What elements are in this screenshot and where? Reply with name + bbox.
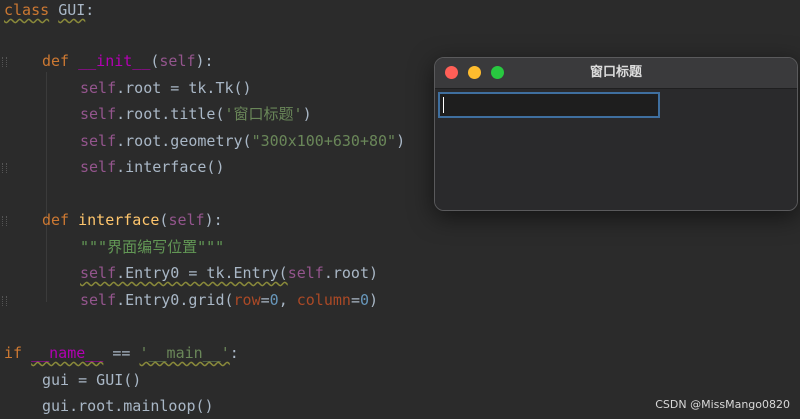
number-literal: 0 xyxy=(269,291,279,309)
window-body xyxy=(435,89,797,210)
code-line-5[interactable]: self.root.geometry("300x100+630+80") xyxy=(80,128,405,154)
keyword-arg: row xyxy=(233,291,261,309)
window-titlebar[interactable]: 窗口标题 xyxy=(435,58,797,89)
function-name: __init__ xyxy=(78,52,151,70)
equals: = xyxy=(260,291,270,309)
code-line-2[interactable]: def __init__(self): xyxy=(42,48,214,74)
code-text: ) xyxy=(369,291,379,309)
string-literal: '窗口标题' xyxy=(224,105,303,123)
fold-marker[interactable] xyxy=(2,216,7,226)
code-text: .root) xyxy=(323,264,379,282)
code-text: .Entry0 = tk.Entry( xyxy=(116,264,288,282)
operator: == xyxy=(103,344,140,362)
code-line-9[interactable]: self.Entry0 = tk.Entry(self.root) xyxy=(80,260,378,286)
code-line-1[interactable]: class GUI: xyxy=(4,0,94,23)
code-text: .root = tk.Tk() xyxy=(116,79,252,97)
self-ref: self xyxy=(80,105,117,123)
self-ref: self xyxy=(80,132,117,150)
fold-marker[interactable] xyxy=(2,57,7,67)
code-line-12[interactable]: gui = GUI() xyxy=(42,367,141,393)
code-line-3[interactable]: self.root = tk.Tk() xyxy=(80,75,252,101)
self-ref: self xyxy=(80,291,117,309)
string-literal: "300x100+630+80" xyxy=(251,132,397,150)
docstring: """界面编写位置""" xyxy=(80,238,225,256)
colon: : xyxy=(229,344,239,362)
code-text: gui = GUI() xyxy=(42,371,142,389)
paren-close: ): xyxy=(204,211,223,229)
dunder-name: __name__ xyxy=(31,344,104,362)
code-text: .Entry0.grid( xyxy=(116,291,234,309)
self-ref: self xyxy=(287,264,324,282)
colon: : xyxy=(85,1,95,19)
function-name: interface xyxy=(78,211,160,229)
comma: , xyxy=(278,291,297,309)
keyword-class: class xyxy=(4,1,50,19)
number-literal: 0 xyxy=(359,291,369,309)
code-line-11[interactable]: if __name__ == '__main__': xyxy=(4,340,239,366)
fold-marker[interactable] xyxy=(2,296,7,306)
code-line-10[interactable]: self.Entry0.grid(row=0, column=0) xyxy=(80,287,378,313)
self-ref: self xyxy=(80,79,117,97)
code-text: .root.title( xyxy=(116,105,225,123)
indent-guide xyxy=(46,72,47,302)
equals: = xyxy=(350,291,360,309)
class-name: GUI xyxy=(58,1,86,19)
keyword-arg: column xyxy=(296,291,351,309)
code-text: ) xyxy=(302,105,312,123)
self-param: self xyxy=(159,52,196,70)
code-text: .interface() xyxy=(116,158,225,176)
paren-close: ): xyxy=(195,52,214,70)
text-caret xyxy=(443,97,444,113)
code-text: ) xyxy=(396,132,406,150)
code-text: gui.root.mainloop() xyxy=(42,397,214,415)
self-ref: self xyxy=(80,264,117,282)
self-param: self xyxy=(168,211,205,229)
tk-window[interactable]: 窗口标题 xyxy=(434,57,798,211)
entry-field[interactable] xyxy=(438,92,660,118)
code-line-4[interactable]: self.root.title('窗口标题') xyxy=(80,101,312,127)
keyword-if: if xyxy=(4,344,23,362)
fold-marker[interactable] xyxy=(2,163,7,173)
keyword-def: def xyxy=(42,211,70,229)
code-line-13[interactable]: gui.root.mainloop() xyxy=(42,393,214,419)
code-text: .root.geometry( xyxy=(116,132,252,150)
watermark: CSDN @MissMango0820 xyxy=(655,398,790,411)
code-line-7[interactable]: def interface(self): xyxy=(42,207,223,233)
keyword-def: def xyxy=(42,52,70,70)
string-literal: '__main__' xyxy=(139,344,230,362)
window-title: 窗口标题 xyxy=(589,65,642,80)
code-line-8[interactable]: """界面编写位置""" xyxy=(80,234,224,260)
code-line-6[interactable]: self.interface() xyxy=(80,154,225,180)
self-ref: self xyxy=(80,158,117,176)
